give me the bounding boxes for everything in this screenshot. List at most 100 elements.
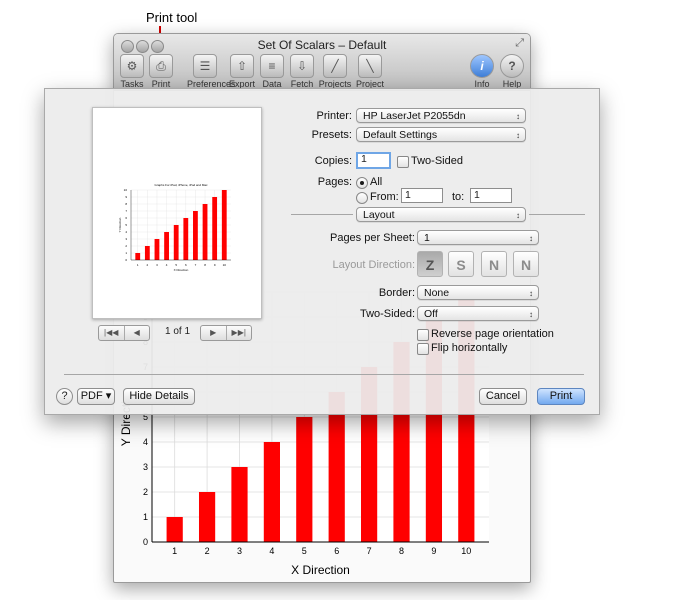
presets-label: Presets: (311, 129, 352, 141)
bar (212, 197, 218, 260)
bar (166, 517, 183, 542)
copies-label: Copies: (314, 155, 352, 167)
layout-direction-z-button[interactable]: Z (417, 251, 443, 277)
help-button[interactable]: ? (56, 388, 73, 405)
pages-all-radio[interactable] (356, 177, 368, 189)
pages-label: Pages: (317, 176, 352, 188)
x-tick-label: 7 (195, 263, 197, 267)
two-sided-checkbox[interactable] (397, 156, 409, 168)
y-tick-label: 3 (125, 237, 127, 241)
print-preview: 1 2 3 4 5 6 7 8 9 10 0 1 2 3 4 5 6 7 8 9 10 X Direction Y Dire… (92, 107, 262, 319)
section-select[interactable]: Layout ↕ (356, 207, 526, 222)
bar (135, 253, 141, 260)
bar (183, 218, 189, 260)
bottom-divider (64, 374, 584, 375)
bar (144, 246, 150, 260)
x-tick-label: 9 (431, 546, 436, 556)
reverse-orientation-label: Reverse page orientation (431, 328, 554, 340)
y-tick-label: 4 (125, 230, 127, 234)
presets-value: Default Settings (363, 129, 438, 141)
x-tick-label: 5 (302, 546, 307, 556)
reverse-orientation-checkbox[interactable] (417, 329, 429, 341)
x-tick-label: 7 (367, 546, 372, 556)
bar (221, 190, 227, 260)
border-value: None (424, 287, 450, 299)
x-tick-label: 4 (269, 546, 274, 556)
pages-range-radio[interactable] (356, 192, 368, 204)
two-sided-label: Two-Sided: (359, 308, 415, 320)
pages-from-label: From: (370, 191, 399, 203)
x-tick-label: 4 (166, 263, 168, 267)
layout-direction-n-button[interactable]: N (481, 251, 507, 277)
x-axis-label: X Direction (174, 268, 189, 272)
pages-to-label: to: (452, 191, 465, 203)
y-tick-label: 8 (125, 202, 127, 206)
x-tick-label: 1 (137, 263, 139, 267)
hide-details-button[interactable]: Hide Details (123, 388, 195, 405)
bar (202, 204, 208, 260)
updown-arrows-icon: ↕ (516, 112, 520, 121)
pages-per-sheet-label: Pages per Sheet: (329, 232, 415, 244)
copies-input[interactable]: 1 (356, 152, 391, 169)
y-tick-label: 4 (143, 437, 148, 447)
bar (198, 492, 216, 542)
pdf-menu-button[interactable]: PDF ▾ (77, 388, 115, 405)
updown-arrows-icon: ↕ (529, 234, 533, 243)
section-divider-right (529, 214, 585, 215)
y-tick-label: 6 (125, 216, 127, 220)
bar (296, 417, 313, 542)
printer-value: HP LaserJet P2055dn (363, 110, 466, 122)
pages-from-input[interactable]: 1 (401, 188, 443, 203)
layout-direction-s-button[interactable]: S (448, 251, 474, 277)
printer-select[interactable]: HP LaserJet P2055dn ↕ (356, 108, 526, 123)
bar (154, 239, 160, 260)
pages-all-label: All (370, 176, 383, 188)
two-sided-select[interactable]: Off ↕ (417, 306, 539, 321)
two-sided-checkbox-label: Two-Sided (411, 155, 463, 167)
x-tick-label: 8 (204, 263, 206, 267)
x-tick-label: 6 (185, 263, 187, 267)
page-count: 1 of 1 (165, 326, 191, 337)
y-tick-label: 0 (125, 258, 127, 262)
y-tick-label: 7 (125, 209, 127, 213)
y-tick-label: 3 (143, 462, 148, 472)
bar (193, 211, 198, 260)
x-axis-label: X Direction (291, 563, 350, 577)
x-tick-label: 10 (461, 546, 471, 556)
x-tick-label: 10 (223, 263, 227, 267)
y-tick-label: 1 (143, 512, 148, 522)
section-value: Layout (363, 209, 395, 221)
y-axis-label: Y Direction (118, 217, 122, 232)
pages-to-input[interactable]: 1 (470, 188, 512, 203)
y-tick-label: 10 (124, 188, 128, 192)
y-tick-label: 2 (143, 487, 148, 497)
flip-horizontally-checkbox[interactable] (417, 343, 429, 355)
y-tick-label: 1 (125, 251, 127, 255)
updown-arrows-icon: ↕ (529, 310, 533, 319)
pages-per-sheet-select[interactable]: 1 ↕ (417, 230, 539, 245)
x-tick-label: 8 (399, 546, 404, 556)
x-tick-label: 6 (334, 546, 339, 556)
border-select[interactable]: None ↕ (417, 285, 539, 300)
bar (164, 232, 169, 260)
last-page-button[interactable]: ▶▶| (227, 326, 252, 340)
x-tick-label: 3 (156, 263, 158, 267)
border-label: Border: (378, 287, 415, 299)
flip-horizontally-label: Flip horizontally (431, 342, 508, 354)
cancel-button[interactable]: Cancel (479, 388, 527, 405)
x-tick-label: 2 (147, 263, 149, 267)
preview-bar-chart: 1 2 3 4 5 6 7 8 9 10 0 1 2 3 4 5 6 7 8 9 10 X Direction Y Dire… (118, 183, 231, 272)
print-sheet: 1 2 3 4 5 6 7 8 9 10 0 1 2 3 4 5 6 7 8 9 10 X Direction Y Dire… (44, 88, 600, 415)
print-button[interactable]: Print (537, 388, 585, 405)
bar (173, 225, 179, 260)
previous-page-button[interactable]: ◀ (125, 326, 150, 340)
preview-nav-forward: ▶ ▶▶| (200, 325, 252, 341)
first-page-button[interactable]: |◀◀ (99, 326, 125, 340)
presets-select[interactable]: Default Settings ↕ (356, 127, 526, 142)
next-page-button[interactable]: ▶ (201, 326, 227, 340)
layout-direction-reverse-n-button[interactable]: N (513, 251, 539, 277)
chart-title: Graphs For iPad, iPhone, iPod and Mac (154, 183, 208, 187)
section-divider-left (291, 214, 353, 215)
y-tick-label: 9 (125, 195, 127, 199)
y-tick-label: 2 (125, 244, 127, 248)
